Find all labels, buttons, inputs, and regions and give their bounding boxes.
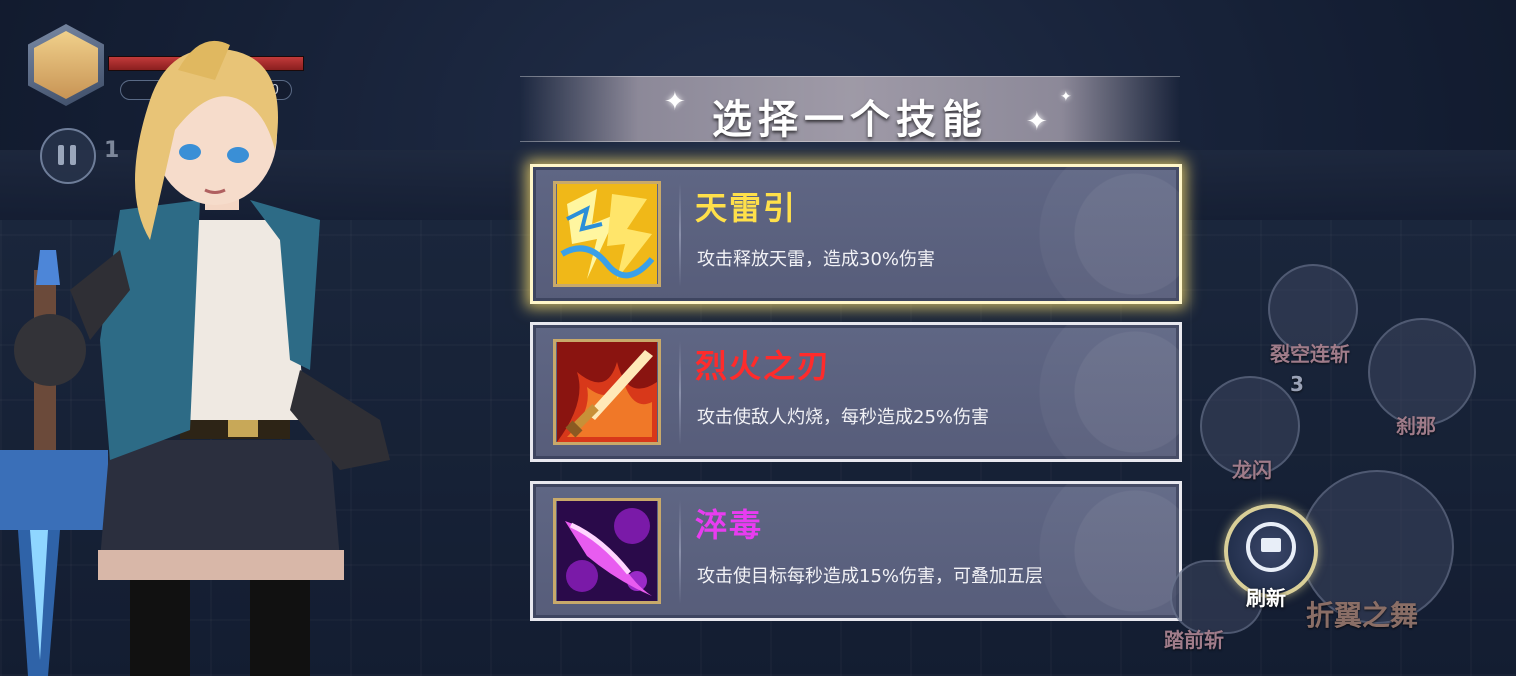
sparkle-icon: ✦	[1060, 89, 1072, 105]
lightning-icon	[553, 181, 661, 287]
skill-button-3-count: 3	[1290, 372, 1304, 396]
skill-button-1-label: 裂空连斩	[1270, 342, 1350, 366]
select-skill-banner: 选择一个技能 ✦ ✦ ✦	[520, 76, 1180, 143]
skill-description: 攻击使目标每秒造成15%伤害，可叠加五层	[697, 566, 1044, 587]
poison-blade-icon	[553, 498, 661, 604]
skill-card-3[interactable]: 淬毒 攻击使目标每秒造成15%伤害，可叠加五层	[530, 481, 1182, 621]
skill-name: 淬毒	[695, 506, 764, 544]
dialog-title: 选择一个技能	[712, 97, 988, 143]
card-decoration	[959, 484, 1179, 618]
skill-button-4-label: 踏前斩	[1164, 628, 1224, 652]
skill-card-2[interactable]: 烈火之刃 攻击使敌人灼烧，每秒造成25%伤害	[530, 322, 1182, 462]
skill-button-5-label: 折翼之舞	[1306, 599, 1419, 632]
skill-button-3-label: 龙闪	[1232, 458, 1272, 482]
sparkle-icon: ✦	[664, 87, 686, 117]
card-divider	[679, 183, 681, 287]
skill-description: 攻击释放天雷，造成30%伤害	[697, 249, 936, 270]
hero-character-illustration	[0, 40, 390, 676]
card-decoration	[959, 167, 1179, 301]
skill-card-1[interactable]: 天雷引 攻击释放天雷，造成30%伤害	[530, 164, 1182, 304]
skill-button-2-label: 刹那	[1396, 414, 1436, 438]
card-divider	[679, 500, 681, 604]
flame-sword-icon	[553, 339, 661, 445]
skill-description: 攻击使敌人灼烧，每秒造成25%伤害	[697, 407, 990, 428]
skill-name: 烈火之刃	[695, 347, 832, 385]
refresh-button-label: 刷新	[1246, 586, 1286, 610]
sparkle-icon: ✦	[1026, 107, 1048, 137]
skill-name: 天雷引	[695, 189, 798, 227]
card-decoration	[959, 325, 1179, 459]
refresh-icon	[1246, 522, 1296, 572]
card-divider	[679, 341, 681, 445]
